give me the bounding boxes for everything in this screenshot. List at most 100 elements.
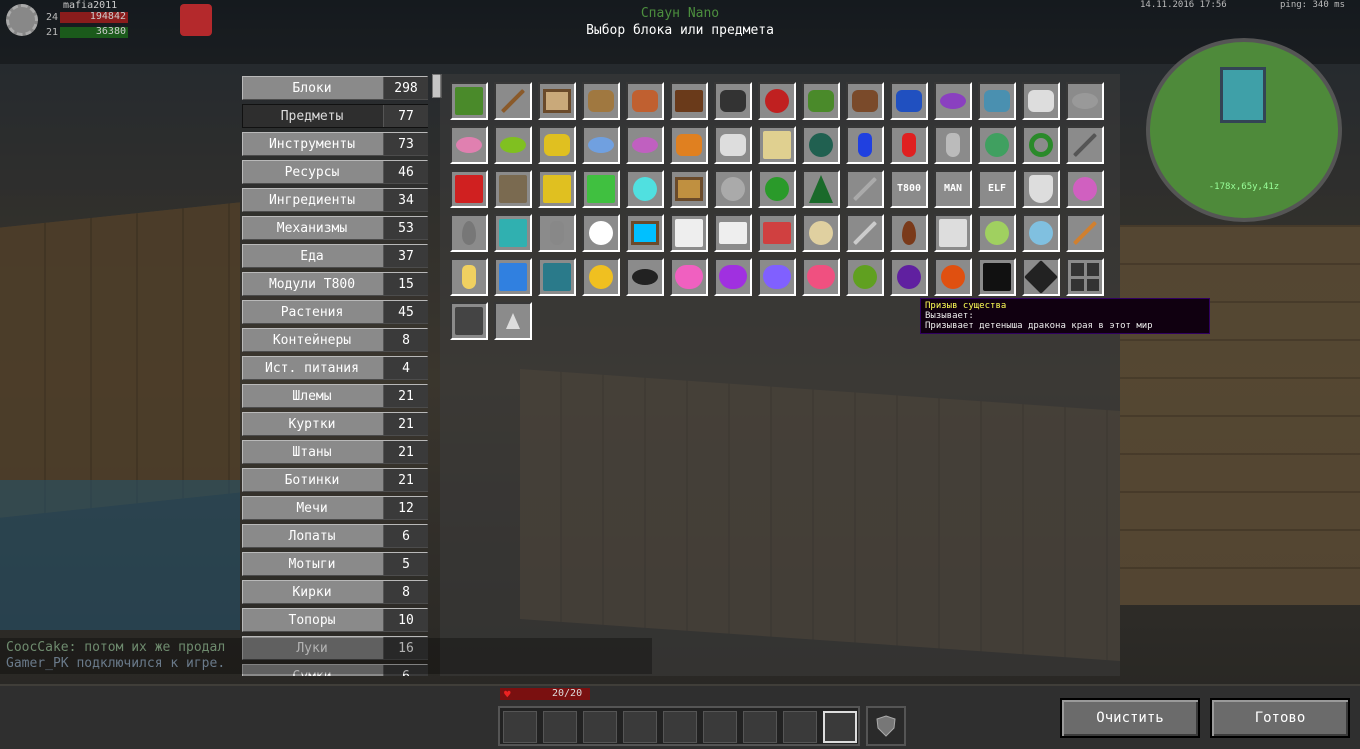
item-slot[interactable] (582, 214, 620, 252)
done-button[interactable]: Готово (1210, 698, 1350, 738)
item-slot[interactable] (626, 214, 664, 252)
item-slot[interactable]: MAN (934, 170, 972, 208)
item-slot[interactable] (934, 258, 972, 296)
category-item[interactable]: Инструменты 73 (242, 132, 428, 156)
item-slot[interactable] (538, 82, 576, 120)
item-slot[interactable]: T800 (890, 170, 928, 208)
category-item[interactable]: Блоки 298 (242, 76, 428, 100)
category-item[interactable]: Еда 37 (242, 244, 428, 268)
item-slot[interactable] (450, 302, 488, 340)
item-slot[interactable] (890, 258, 928, 296)
category-item[interactable]: Кирки 8 (242, 580, 428, 604)
item-slot[interactable] (890, 82, 928, 120)
clear-button[interactable]: Очистить (1060, 698, 1200, 738)
category-item[interactable]: Ист. питания 4 (242, 356, 428, 380)
item-slot[interactable] (934, 82, 972, 120)
category-item[interactable]: Штаны 21 (242, 440, 428, 464)
item-slot[interactable] (626, 170, 664, 208)
item-slot[interactable] (846, 258, 884, 296)
hotbar-slot[interactable] (543, 711, 577, 743)
hotbar-slot[interactable] (703, 711, 737, 743)
item-slot[interactable] (758, 258, 796, 296)
item-slot[interactable] (714, 214, 752, 252)
item-slot[interactable] (450, 214, 488, 252)
item-slot[interactable] (978, 82, 1016, 120)
item-slot[interactable] (1022, 82, 1060, 120)
category-item[interactable]: Растения 45 (242, 300, 428, 324)
item-slot[interactable] (582, 126, 620, 164)
offhand-slot[interactable] (866, 706, 906, 746)
item-slot[interactable] (626, 126, 664, 164)
item-slot[interactable] (890, 126, 928, 164)
item-slot[interactable] (1022, 258, 1060, 296)
item-slot[interactable] (494, 82, 532, 120)
item-slot[interactable] (494, 170, 532, 208)
item-slot[interactable] (758, 214, 796, 252)
item-slot[interactable] (802, 82, 840, 120)
item-slot[interactable] (846, 214, 884, 252)
item-slot[interactable] (714, 82, 752, 120)
category-item[interactable]: Ингредиенты 34 (242, 188, 428, 212)
item-slot[interactable] (1066, 214, 1104, 252)
item-slot[interactable] (846, 82, 884, 120)
item-slot[interactable] (1066, 170, 1104, 208)
item-slot[interactable] (802, 258, 840, 296)
category-item[interactable]: Модули T800 15 (242, 272, 428, 296)
item-slot[interactable] (626, 82, 664, 120)
hotbar-slot[interactable] (743, 711, 777, 743)
category-item[interactable]: Механизмы 53 (242, 216, 428, 240)
item-slot[interactable] (802, 126, 840, 164)
item-slot[interactable] (802, 170, 840, 208)
hotbar-slot[interactable] (663, 711, 697, 743)
item-slot[interactable] (494, 302, 532, 340)
item-slot[interactable]: ELF (978, 170, 1016, 208)
item-slot[interactable] (758, 126, 796, 164)
hotbar-slot[interactable] (783, 711, 817, 743)
category-item[interactable]: Ботинки 21 (242, 468, 428, 492)
category-item[interactable]: Мотыги 5 (242, 552, 428, 576)
category-item[interactable]: Шлемы 21 (242, 384, 428, 408)
item-slot[interactable] (978, 126, 1016, 164)
item-slot[interactable] (450, 82, 488, 120)
item-slot[interactable] (1066, 258, 1104, 296)
item-slot[interactable] (670, 258, 708, 296)
item-slot[interactable] (582, 82, 620, 120)
category-item[interactable]: Контейнеры 8 (242, 328, 428, 352)
item-slot[interactable] (494, 214, 532, 252)
hotbar-slot[interactable] (503, 711, 537, 743)
item-slot[interactable] (1022, 214, 1060, 252)
category-item[interactable]: Лопаты 6 (242, 524, 428, 548)
item-slot[interactable] (450, 170, 488, 208)
item-slot[interactable] (758, 170, 796, 208)
item-slot[interactable] (714, 126, 752, 164)
item-slot[interactable] (758, 82, 796, 120)
item-slot[interactable] (670, 126, 708, 164)
item-slot[interactable] (846, 126, 884, 164)
item-slot[interactable] (802, 214, 840, 252)
item-slot[interactable] (450, 258, 488, 296)
category-item[interactable]: Мечи 12 (242, 496, 428, 520)
item-slot[interactable] (670, 170, 708, 208)
item-slot[interactable] (494, 258, 532, 296)
item-slot[interactable] (538, 258, 576, 296)
category-item[interactable]: Куртки 21 (242, 412, 428, 436)
item-slot[interactable] (670, 82, 708, 120)
item-slot[interactable] (934, 126, 972, 164)
hotbar-slot[interactable] (623, 711, 657, 743)
item-slot[interactable] (538, 170, 576, 208)
item-slot[interactable] (450, 126, 488, 164)
item-slot[interactable] (978, 258, 1016, 296)
hotbar-slot[interactable] (823, 711, 857, 743)
category-item[interactable]: Топоры 10 (242, 608, 428, 632)
hotbar-slot[interactable] (583, 711, 617, 743)
item-slot[interactable] (1022, 170, 1060, 208)
item-slot[interactable] (846, 170, 884, 208)
item-slot[interactable] (714, 258, 752, 296)
item-slot[interactable] (582, 258, 620, 296)
item-slot[interactable] (626, 258, 664, 296)
item-slot[interactable] (1066, 82, 1104, 120)
item-slot[interactable] (494, 126, 532, 164)
item-slot[interactable] (934, 214, 972, 252)
category-item[interactable]: Предметы 77 (242, 104, 428, 128)
category-item[interactable]: Ресурсы 46 (242, 160, 428, 184)
